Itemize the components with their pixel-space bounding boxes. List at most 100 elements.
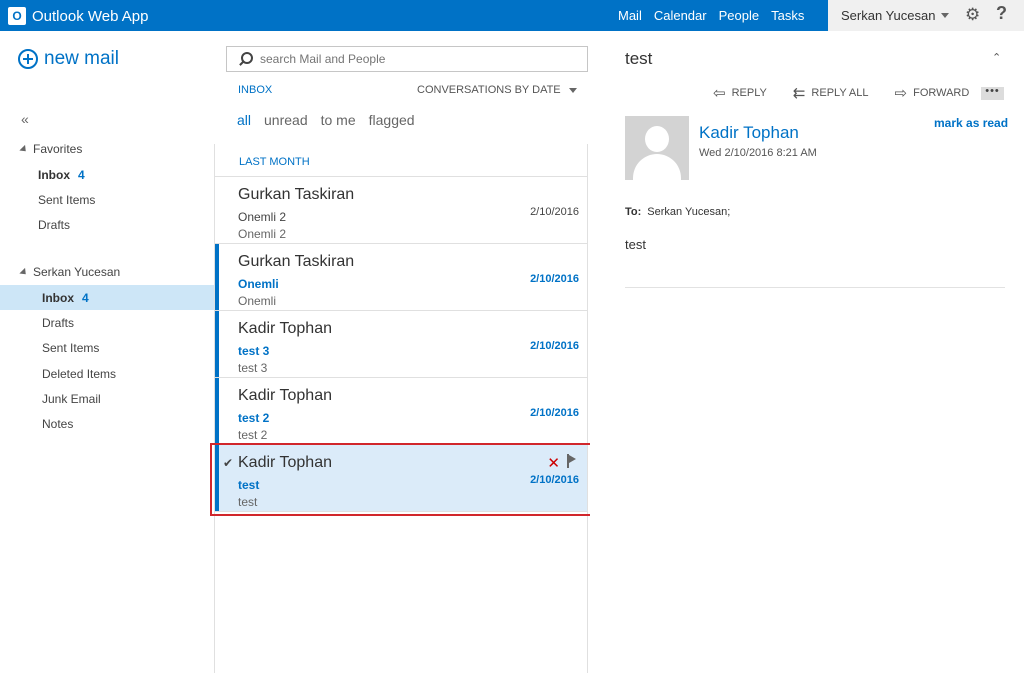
forward-icon: ⇨ xyxy=(894,85,908,102)
account-notes[interactable]: Notes xyxy=(42,417,73,431)
account-title: Serkan Yucesan xyxy=(33,265,121,279)
message-subject-heading: test xyxy=(625,49,653,68)
message-preview: test 2 xyxy=(238,428,268,442)
message-preview: Onemli xyxy=(238,294,277,308)
account-sent-items[interactable]: Sent Items xyxy=(42,341,99,355)
message-preview: test 3 xyxy=(238,361,268,375)
sent-date: Wed 2/10/2016 8:21 AM xyxy=(699,147,817,159)
message-date: 2/10/2016 xyxy=(530,273,579,285)
nav-calendar[interactable]: Calendar xyxy=(654,8,707,23)
unread-count: 4 xyxy=(82,291,89,305)
message-date: 2/10/2016 xyxy=(530,340,579,352)
reply-all-button[interactable]: ⇇ REPLY ALL xyxy=(793,84,869,102)
forward-label: FORWARD xyxy=(913,87,970,99)
filter-tabs: all unread to me flagged xyxy=(237,112,428,128)
to-label: To: xyxy=(625,206,642,218)
chevron-down-icon[interactable] xyxy=(568,87,577,93)
checkmark-icon[interactable]: ✔ xyxy=(223,456,233,470)
favorites-title: Favorites xyxy=(33,142,83,156)
divider xyxy=(625,287,1005,288)
reply-all-icon: ⇇ xyxy=(792,85,806,102)
chevron-up-icon[interactable]: ⌃ xyxy=(992,51,1001,64)
search-box[interactable] xyxy=(226,46,588,72)
top-nav: Mail Calendar People Tasks xyxy=(612,0,810,31)
message-sender: Gurkan Taskiran xyxy=(238,253,355,270)
top-bar: O Outlook Web App Mail Calendar People T… xyxy=(0,0,1024,31)
filter-all[interactable]: all xyxy=(237,112,251,128)
message-preview: test xyxy=(238,495,258,509)
gear-icon[interactable]: ⚙ xyxy=(965,5,980,25)
message-item[interactable]: Gurkan Taskiran Onemli 2 Onemli 2 2/10/2… xyxy=(215,177,587,244)
app-brand[interactable]: O Outlook Web App xyxy=(8,5,148,27)
message-date: 2/10/2016 xyxy=(530,206,579,218)
filter-flagged[interactable]: flagged xyxy=(369,112,415,128)
filter-to-me[interactable]: to me xyxy=(321,112,356,128)
reply-label: REPLY xyxy=(731,87,767,99)
message-sender: Gurkan Taskiran xyxy=(238,186,355,203)
message-preview: Onemli 2 xyxy=(238,227,287,241)
account-inbox[interactable]: Inbox 4 xyxy=(42,291,89,305)
favorites-inbox[interactable]: Inbox 4 xyxy=(38,168,85,182)
unread-count: 4 xyxy=(78,168,85,182)
chevron-down-icon[interactable] xyxy=(941,13,950,18)
sender-name[interactable]: Kadir Tophan xyxy=(699,123,799,143)
sort-dropdown[interactable]: CONVERSATIONS BY DATE xyxy=(417,84,577,96)
message-item[interactable]: Gurkan Taskiran Onemli Onemli 2/10/2016 xyxy=(215,244,587,311)
folder-pane: new mail « Favorites Inbox 4 Sent Items D… xyxy=(0,31,214,673)
person-icon xyxy=(645,126,669,152)
user-menu[interactable]: Serkan Yucesan ⚙ ? xyxy=(828,0,1024,31)
avatar xyxy=(625,116,689,180)
flag-icon[interactable] xyxy=(566,454,578,468)
message-sender: Kadir Tophan xyxy=(238,454,332,471)
nav-people[interactable]: People xyxy=(719,8,759,23)
account-header[interactable]: Serkan Yucesan xyxy=(19,265,121,279)
group-header: LAST MONTH xyxy=(215,144,587,177)
message-sender: Kadir Tophan xyxy=(238,387,332,404)
reply-all-label: REPLY ALL xyxy=(811,87,869,99)
account-junk-email[interactable]: Junk Email xyxy=(42,392,101,406)
selected-folder-highlight xyxy=(0,285,214,310)
favorites-drafts[interactable]: Drafts xyxy=(38,218,70,232)
folder-label: Inbox xyxy=(42,291,74,305)
collapse-icon[interactable]: « xyxy=(21,111,29,127)
mark-as-read-link[interactable]: mark as read xyxy=(934,116,1008,130)
message-subject: test 3 xyxy=(238,344,270,358)
new-mail-label: new mail xyxy=(44,48,119,69)
message-list: LAST MONTH Gurkan Taskiran Onemli 2 Onem… xyxy=(210,144,596,673)
app-title: Outlook Web App xyxy=(32,7,149,25)
message-list-pane: INBOX CONVERSATIONS BY DATE all unread t… xyxy=(210,31,596,673)
nav-mail[interactable]: Mail xyxy=(618,8,642,23)
folder-label: Inbox xyxy=(38,168,70,182)
to-line: To: Serkan Yucesan; xyxy=(625,206,730,218)
account-deleted-items[interactable]: Deleted Items xyxy=(42,367,116,381)
recipient[interactable]: Serkan Yucesan; xyxy=(647,206,730,218)
message-item[interactable]: Kadir Tophan test 2 test 2 2/10/2016 xyxy=(215,378,587,445)
message-body: test xyxy=(625,237,646,252)
reply-icon: ⇦ xyxy=(713,85,726,102)
nav-tasks[interactable]: Tasks xyxy=(771,8,804,23)
new-mail-button[interactable]: new mail xyxy=(18,48,119,70)
message-subject: Onemli xyxy=(238,277,279,291)
expand-triangle-icon[interactable] xyxy=(19,267,29,277)
help-icon[interactable]: ? xyxy=(996,3,1007,24)
delete-icon[interactable]: ✕ xyxy=(547,454,560,472)
reply-button[interactable]: ⇦ REPLY xyxy=(713,84,767,102)
message-subject: test 2 xyxy=(238,411,270,425)
search-input[interactable] xyxy=(260,52,580,66)
forward-button[interactable]: ⇨ FORWARD xyxy=(895,84,970,102)
outlook-logo-icon: O xyxy=(8,7,26,25)
message-actions: ⇦ REPLY ⇇ REPLY ALL ⇨ FORWARD xyxy=(713,84,995,102)
message-date: 2/10/2016 xyxy=(530,474,579,486)
message-item-selected[interactable]: ✔ Kadir Tophan test test 2/10/2016 ✕ xyxy=(210,443,596,516)
message-sender: Kadir Tophan xyxy=(238,320,332,337)
expand-triangle-icon[interactable] xyxy=(19,144,29,154)
more-actions-button[interactable]: ••• xyxy=(981,86,1004,100)
account-drafts[interactable]: Drafts xyxy=(42,316,74,330)
search-icon[interactable] xyxy=(238,52,253,66)
favorites-header[interactable]: Favorites xyxy=(19,142,83,156)
user-name[interactable]: Serkan Yucesan xyxy=(841,8,935,23)
filter-unread[interactable]: unread xyxy=(264,112,308,128)
favorites-sent-items[interactable]: Sent Items xyxy=(38,193,95,207)
message-item[interactable]: Kadir Tophan test 3 test 3 2/10/2016 xyxy=(215,311,587,378)
sort-label: CONVERSATIONS BY DATE xyxy=(417,84,561,96)
